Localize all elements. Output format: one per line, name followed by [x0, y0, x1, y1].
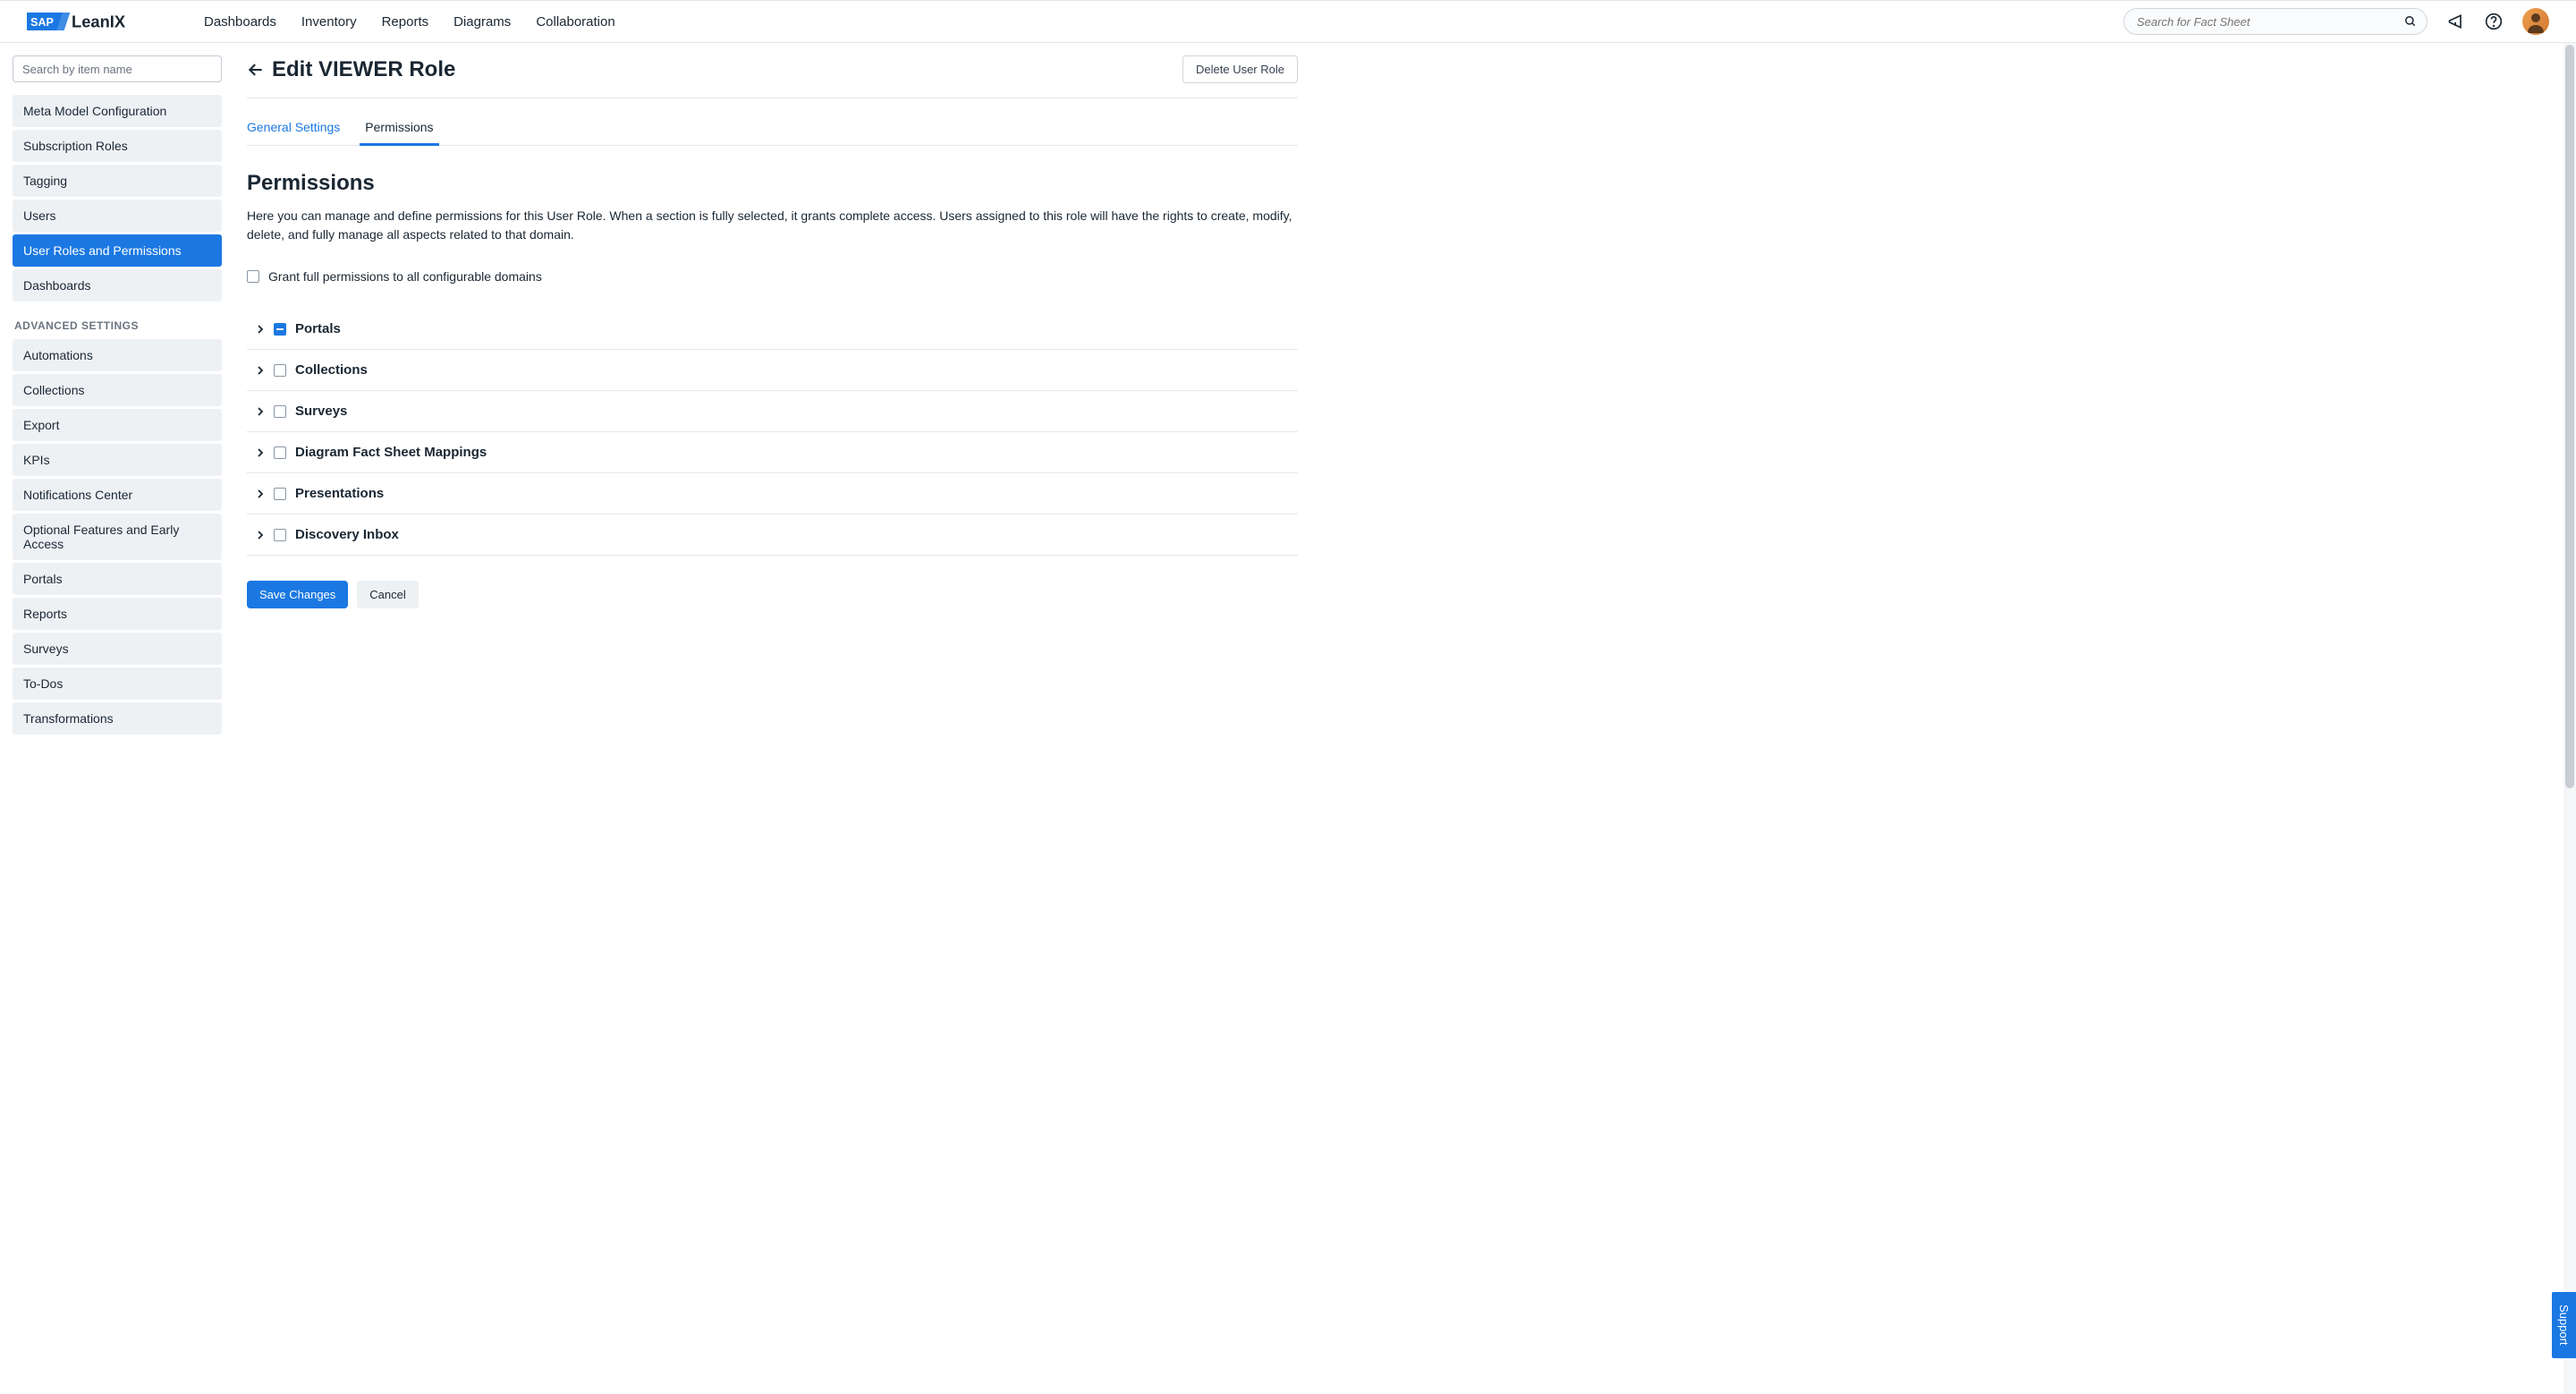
- sidebar-item-surveys[interactable]: Surveys: [13, 633, 222, 665]
- perm-row[interactable]: Portals: [247, 309, 1298, 349]
- topbar-right: [2123, 8, 2549, 35]
- sidebar-item-notifications[interactable]: Notifications Center: [13, 479, 222, 511]
- main-content: Edit VIEWER Role Delete User Role Genera…: [234, 43, 1321, 1394]
- sidebar-item-portals[interactable]: Portals: [13, 563, 222, 595]
- perm-label: Presentations: [295, 486, 384, 501]
- topnav-diagrams[interactable]: Diagrams: [453, 14, 511, 30]
- topnav-dashboards[interactable]: Dashboards: [204, 14, 276, 30]
- perm-group: Discovery Inbox: [247, 514, 1298, 556]
- perm-checkbox[interactable]: [274, 364, 286, 377]
- sidebar-item-export[interactable]: Export: [13, 409, 222, 441]
- grant-all-label: Grant full permissions to all configurab…: [268, 269, 542, 284]
- permission-groups: Portals Collections Surveys Diagram Fact Sh…: [247, 309, 1298, 556]
- sidebar-item-reports[interactable]: Reports: [13, 598, 222, 630]
- topbar: SAP LeanIX Dashboards Inventory Reports …: [0, 0, 2576, 43]
- help-icon[interactable]: [2485, 13, 2503, 30]
- chevron-right-icon: [256, 325, 265, 334]
- perm-row[interactable]: Diagram Fact Sheet Mappings: [247, 432, 1298, 472]
- sidebar-item-automations[interactable]: Automations: [13, 339, 222, 371]
- sidebar-item-subscription-roles[interactable]: Subscription Roles: [13, 130, 222, 162]
- sidebar-search-input[interactable]: [13, 55, 222, 82]
- chevron-right-icon: [256, 448, 265, 457]
- actions: Save Changes Cancel: [247, 581, 1298, 608]
- page-header: Edit VIEWER Role Delete User Role: [247, 55, 1298, 98]
- tab-permissions[interactable]: Permissions: [365, 111, 433, 145]
- chevron-right-icon: [256, 366, 265, 375]
- sidebar-item-todos[interactable]: To-Dos: [13, 667, 222, 700]
- chevron-right-icon: [256, 489, 265, 498]
- perm-row[interactable]: Collections: [247, 350, 1298, 390]
- perm-checkbox[interactable]: [274, 488, 286, 500]
- delete-user-role-button[interactable]: Delete User Role: [1182, 55, 1298, 83]
- search-input[interactable]: [2123, 8, 2428, 35]
- perm-group: Presentations: [247, 473, 1298, 514]
- sidebar-advanced-header: ADVANCED SETTINGS: [13, 319, 222, 332]
- sidebar-item-tagging[interactable]: Tagging: [13, 165, 222, 197]
- perm-label: Collections: [295, 362, 368, 378]
- sidebar: Meta Model Configuration Subscription Ro…: [0, 43, 234, 1394]
- sidebar-item-kpis[interactable]: KPIs: [13, 444, 222, 476]
- logo[interactable]: SAP LeanIX: [27, 10, 161, 33]
- perm-checkbox[interactable]: [274, 323, 286, 336]
- grant-all-row: Grant full permissions to all configurab…: [247, 269, 1298, 284]
- permissions-description: Here you can manage and define permissio…: [247, 207, 1298, 244]
- back-arrow-icon[interactable]: [247, 61, 265, 79]
- perm-group: Collections: [247, 350, 1298, 391]
- global-search: [2123, 8, 2428, 35]
- save-button[interactable]: Save Changes: [247, 581, 348, 608]
- perm-label: Discovery Inbox: [295, 527, 399, 542]
- chevron-right-icon: [256, 531, 265, 540]
- sidebar-item-dashboards[interactable]: Dashboards: [13, 269, 222, 302]
- perm-group: Surveys: [247, 391, 1298, 432]
- svg-text:LeanIX: LeanIX: [72, 13, 126, 31]
- sidebar-item-user-roles[interactable]: User Roles and Permissions: [13, 234, 222, 267]
- perm-checkbox[interactable]: [274, 529, 286, 541]
- perm-checkbox[interactable]: [274, 405, 286, 418]
- perm-label: Diagram Fact Sheet Mappings: [295, 445, 487, 460]
- topnav-inventory[interactable]: Inventory: [301, 14, 357, 30]
- announcements-icon[interactable]: [2447, 13, 2465, 30]
- search-icon: [2404, 15, 2417, 28]
- perm-checkbox[interactable]: [274, 446, 286, 459]
- topnav-collaboration[interactable]: Collaboration: [536, 14, 614, 30]
- support-tab[interactable]: Support: [2552, 1292, 2576, 1358]
- sidebar-item-meta-model[interactable]: Meta Model Configuration: [13, 95, 222, 127]
- avatar[interactable]: [2522, 8, 2549, 35]
- scrollbar-vertical[interactable]: [2563, 43, 2576, 1394]
- cancel-button[interactable]: Cancel: [357, 581, 418, 608]
- perm-row[interactable]: Presentations: [247, 473, 1298, 514]
- chevron-right-icon: [256, 407, 265, 416]
- sidebar-item-transformations[interactable]: Transformations: [13, 702, 222, 735]
- sidebar-item-users[interactable]: Users: [13, 200, 222, 232]
- perm-group: Diagram Fact Sheet Mappings: [247, 432, 1298, 473]
- sidebar-item-optional-features[interactable]: Optional Features and Early Access: [13, 514, 222, 560]
- topnav: Dashboards Inventory Reports Diagrams Co…: [204, 14, 615, 30]
- svg-text:SAP: SAP: [30, 16, 54, 29]
- perm-label: Surveys: [295, 404, 347, 419]
- permissions-heading: Permissions: [247, 171, 1298, 196]
- sidebar-item-collections[interactable]: Collections: [13, 374, 222, 406]
- perm-label: Portals: [295, 321, 341, 336]
- grant-all-checkbox[interactable]: [247, 270, 259, 283]
- tabs: General Settings Permissions: [247, 111, 1298, 146]
- perm-group: Portals: [247, 309, 1298, 350]
- scrollbar-thumb[interactable]: [2565, 45, 2574, 788]
- page-title: Edit VIEWER Role: [272, 57, 455, 82]
- perm-row[interactable]: Surveys: [247, 391, 1298, 431]
- topnav-reports[interactable]: Reports: [382, 14, 429, 30]
- perm-row[interactable]: Discovery Inbox: [247, 514, 1298, 555]
- tab-general-settings[interactable]: General Settings: [247, 111, 340, 145]
